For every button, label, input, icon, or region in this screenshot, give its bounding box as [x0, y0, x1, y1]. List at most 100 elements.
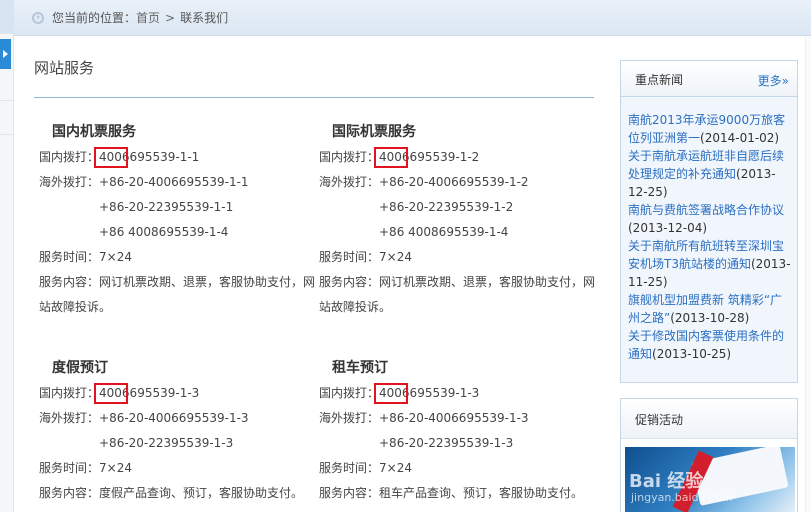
overseas-phone-row: 海外拨打：+86-20-4006695539-1-2: [319, 170, 599, 195]
hours-value: 7×24: [99, 250, 132, 264]
left-strip-top: [0, 0, 14, 34]
service-hours-row: 服务时间：7×24: [319, 245, 599, 270]
promo-panel: 促销活动 Bai 经验 jingyan.baidu.com: [620, 398, 798, 512]
left-edge-strip: [0, 0, 14, 512]
service-content-row: 服务内容：租车产品查询、预订，客服协助支付。: [319, 481, 599, 506]
location-arrow-icon: [32, 11, 44, 24]
news-link[interactable]: 南航与费航签署战略合作协议: [628, 203, 784, 217]
hours-value: 7×24: [99, 461, 132, 475]
news-item: 关于南航承运航班非自愿后续处理规定的补充通知(2013-12-25): [628, 147, 791, 201]
overseas-phone-row: +86-20-22395539-1-3: [39, 431, 319, 456]
overseas-phone: +86-20-22395539-1-2: [379, 200, 514, 214]
overseas-phone: +86-20-22395539-1-3: [379, 436, 514, 450]
overseas-phone-row: +86-20-22395539-1-1: [39, 195, 319, 220]
news-item: 关于修改国内客票使用条件的通知(2013-10-25): [628, 327, 791, 363]
watermark-logo: Bai 经验: [629, 471, 704, 492]
news-panel: 重点新闻 更多» 南航2013年承运9000万旅客位列亚洲第一(2014-01-…: [620, 60, 798, 383]
domestic-phone-row: 国内拨打：4006695539-1-1: [39, 145, 319, 170]
service-block-domestic: 国内机票服务 国内拨打：4006695539-1-1 海外拨打：+86-20-4…: [39, 120, 319, 320]
domestic-label: 国内拨打：: [319, 386, 380, 400]
page-title: 网站服务: [34, 59, 95, 77]
news-list: 南航2013年承运9000万旅客位列亚洲第一(2014-01-02) 关于南航承…: [621, 97, 797, 363]
breadcrumb-current: 联系我们: [180, 11, 229, 25]
title-divider: [34, 97, 594, 98]
news-date: (2014-01-02): [700, 131, 780, 145]
content-value: 租车产品查询、预订，客服协助支付。: [379, 486, 584, 500]
overseas-label: 海外拨打：: [319, 411, 380, 425]
overseas-phone: +86-20-4006695539-1-3: [99, 411, 249, 425]
overseas-label: 海外拨打：: [39, 175, 100, 189]
divider: [0, 100, 14, 101]
promo-panel-title: 促销活动: [635, 413, 684, 427]
domestic-phone: 4006695539-1-2: [374, 145, 479, 170]
hours-value: 7×24: [379, 461, 412, 475]
breadcrumb-prefix: 您当前的位置：: [52, 11, 137, 25]
overseas-phone-row: 海外拨打：+86-20-4006695539-1-3: [319, 406, 599, 431]
news-date: (2013-12-04): [628, 221, 708, 235]
content-label: 服务内容：: [319, 275, 380, 289]
news-item: 关于南航所有航班转至深圳宝安机场T3航站楼的通知(2013-11-25): [628, 237, 791, 291]
hours-value: 7×24: [379, 250, 412, 264]
news-item: 南航2013年承运9000万旅客位列亚洲第一(2014-01-02): [628, 111, 791, 147]
hours-label: 服务时间：: [39, 461, 100, 475]
domestic-label: 国内拨打：: [39, 386, 100, 400]
overseas-phone: +86-20-22395539-1-1: [99, 200, 234, 214]
overseas-phone: +86-20-4006695539-1-3: [379, 411, 529, 425]
overseas-phone: +86-20-22395539-1-3: [99, 436, 234, 450]
domestic-label: 国内拨打：: [319, 150, 380, 164]
domestic-label: 国内拨打：: [39, 150, 100, 164]
divider: [0, 134, 14, 135]
service-block-car-rental: 租车预订 国内拨打：4006695539-1-3 海外拨打：+86-20-400…: [319, 356, 599, 506]
service-block-vacation: 度假预订 国内拨打：4006695539-1-3 海外拨打：+86-20-400…: [39, 356, 319, 506]
breadcrumb: 您当前的位置： 首页 > 联系我们: [14, 0, 811, 36]
breadcrumb-separator: >: [165, 10, 176, 25]
breadcrumb-home-link[interactable]: 首页: [136, 9, 160, 26]
overseas-phone-row: +86-20-22395539-1-2: [319, 195, 599, 220]
overseas-phone-row: +86 4008695539-1-4: [39, 220, 319, 245]
domestic-phone-row: 国内拨打：4006695539-1-3: [319, 381, 599, 406]
news-date: (2013-10-28): [670, 311, 750, 325]
overseas-phone-row: +86 4008695539-1-4: [319, 220, 599, 245]
service-block-international: 国际机票服务 国内拨打：4006695539-1-2 海外拨打：+86-20-4…: [319, 120, 599, 320]
content-label: 服务内容：: [39, 275, 100, 289]
service-hours-row: 服务时间：7×24: [319, 456, 599, 481]
side-expand-tab[interactable]: [0, 39, 11, 69]
promo-banner-image[interactable]: Bai 经验 jingyan.baidu.com: [625, 447, 795, 512]
overseas-phone-row: 海外拨打：+86-20-4006695539-1-3: [39, 406, 319, 431]
promo-panel-header: 促销活动: [621, 399, 797, 439]
service-title: 租车预订: [332, 360, 388, 376]
watermark-url: jingyan.baidu.com: [631, 491, 733, 504]
service-title: 国际机票服务: [332, 124, 416, 140]
overseas-phone-row: +86-20-22395539-1-3: [319, 431, 599, 456]
domestic-phone-row: 国内拨打：4006695539-1-3: [39, 381, 319, 406]
overseas-phone: +86-20-4006695539-1-2: [379, 175, 529, 189]
service-hours-row: 服务时间：7×24: [39, 245, 319, 270]
service-content-row: 服务内容：网订机票改期、退票，客服协助支付，网站故障投诉。: [39, 270, 319, 320]
domestic-phone: 4006695539-1-1: [94, 145, 199, 170]
news-panel-title: 重点新闻: [635, 73, 684, 87]
hours-label: 服务时间：: [319, 461, 380, 475]
news-date: (2013-10-25): [652, 347, 732, 361]
service-content-row: 服务内容：度假产品查询、预订，客服协助支付。: [39, 481, 319, 506]
news-item: 旗舰机型加盟费新 筑精彩“广州之路”(2013-10-28): [628, 291, 791, 327]
service-title: 国内机票服务: [52, 124, 136, 140]
news-more-link[interactable]: 更多»: [758, 72, 789, 89]
domestic-phone: 4006695539-1-3: [94, 381, 199, 406]
domestic-phone-row: 国内拨打：4006695539-1-2: [319, 145, 599, 170]
news-panel-header: 重点新闻 更多»: [621, 61, 797, 97]
right-edge-strip: [805, 36, 811, 512]
hours-label: 服务时间：: [319, 250, 380, 264]
overseas-phone: +86-20-4006695539-1-1: [99, 175, 249, 189]
overseas-phone: +86 4008695539-1-4: [379, 225, 509, 239]
content-label: 服务内容：: [319, 486, 380, 500]
content-label: 服务内容：: [39, 486, 100, 500]
service-hours-row: 服务时间：7×24: [39, 456, 319, 481]
service-content-row: 服务内容：网订机票改期、退票，客服协助支付，网站故障投诉。: [319, 270, 599, 320]
overseas-phone-row: 海外拨打：+86-20-4006695539-1-1: [39, 170, 319, 195]
overseas-label: 海外拨打：: [319, 175, 380, 189]
news-item: 南航与费航签署战略合作协议 (2013-12-04): [628, 201, 791, 237]
hours-label: 服务时间：: [39, 250, 100, 264]
domestic-phone: 4006695539-1-3: [374, 381, 479, 406]
overseas-phone: +86 4008695539-1-4: [99, 225, 229, 239]
service-title: 度假预订: [52, 360, 108, 376]
